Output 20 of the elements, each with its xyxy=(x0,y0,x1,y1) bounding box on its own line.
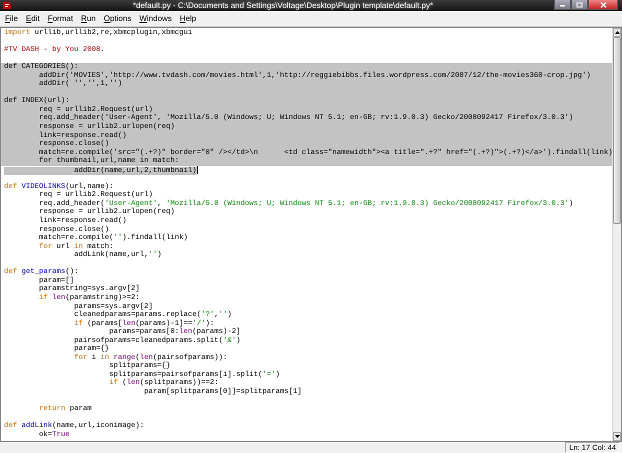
window-title: *default.py - C:\Documents and Settings\Voltage\Desktop\Plugin template\default.py* xyxy=(132,0,434,10)
maximize-button[interactable] xyxy=(571,0,588,10)
up-arrow-icon xyxy=(614,31,620,34)
menu-item[interactable]: Run xyxy=(78,14,99,23)
app-icon xyxy=(2,1,12,10)
scroll-down-button[interactable] xyxy=(613,432,621,441)
scroll-up-button[interactable] xyxy=(613,28,621,37)
menu-item[interactable]: Edit xyxy=(22,14,43,23)
close-icon xyxy=(600,2,606,8)
menu-item[interactable]: Windows xyxy=(136,14,175,23)
minimize-icon xyxy=(559,2,566,7)
scrollbar-thumb[interactable] xyxy=(613,37,621,224)
menu-item[interactable]: File xyxy=(2,14,21,23)
close-button[interactable] xyxy=(588,0,618,10)
menu-item[interactable]: Options xyxy=(100,14,134,23)
menu-item[interactable]: Format xyxy=(44,14,76,23)
menu-item[interactable]: Help xyxy=(176,14,200,23)
minimize-button[interactable] xyxy=(554,0,571,10)
maximize-icon xyxy=(576,2,583,8)
down-arrow-icon xyxy=(614,435,620,438)
